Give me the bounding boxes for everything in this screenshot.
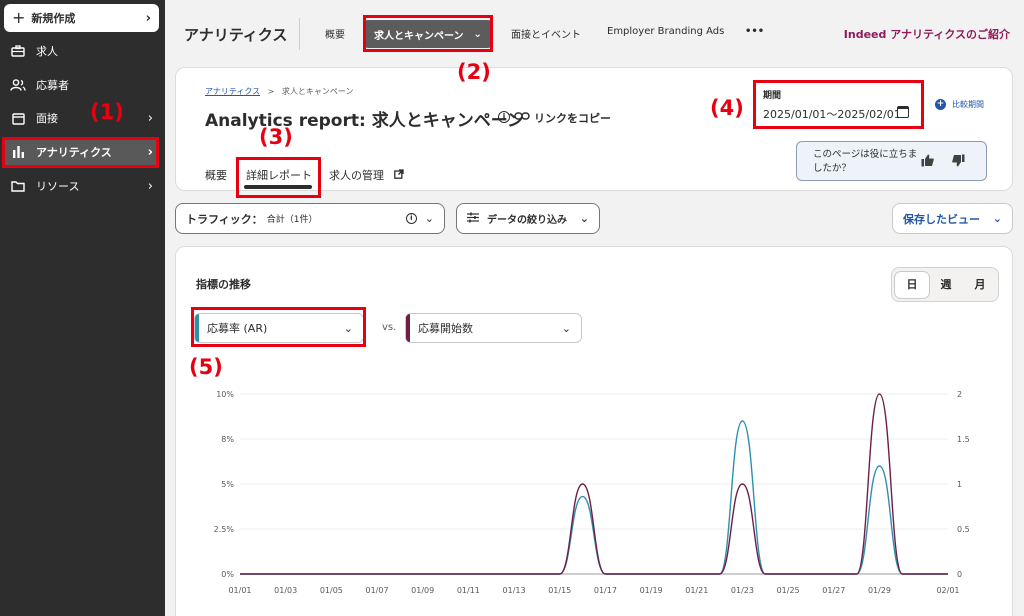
x-tick-label: 01/05 bbox=[320, 586, 343, 595]
x-tick-label: 01/27 bbox=[822, 586, 845, 595]
y-right-tick-label: 0 bbox=[957, 570, 962, 579]
x-tick-label: 01/15 bbox=[548, 586, 571, 595]
x-tick-label: 01/11 bbox=[457, 586, 480, 595]
x-tick-label: 01/19 bbox=[640, 586, 663, 595]
x-tick-label: 01/03 bbox=[274, 586, 297, 595]
x-tick-label: 02/01 bbox=[936, 586, 959, 595]
x-tick-label: 01/29 bbox=[868, 586, 891, 595]
y-left-tick-label: 10% bbox=[216, 390, 234, 399]
series-line-0 bbox=[240, 420, 948, 575]
y-left-tick-label: 5% bbox=[221, 480, 234, 489]
x-tick-label: 01/23 bbox=[731, 586, 754, 595]
y-right-tick-label: 0.5 bbox=[957, 525, 970, 534]
x-tick-label: 01/25 bbox=[777, 586, 800, 595]
x-tick-label: 01/01 bbox=[228, 586, 251, 595]
x-tick-label: 01/17 bbox=[594, 586, 617, 595]
x-tick-label: 01/13 bbox=[503, 586, 526, 595]
y-right-tick-label: 1 bbox=[957, 480, 962, 489]
line-chart: 0% 2.5% 5% 8% 10% 0 0.5 1 1.5 2 01/01 01/03 01/05 01/… bbox=[214, 390, 970, 595]
y-left-tick-label: 2.5% bbox=[214, 525, 235, 534]
x-tick-label: 01/07 bbox=[366, 586, 389, 595]
x-tick-label: 01/21 bbox=[685, 586, 708, 595]
x-tick-label: 01/09 bbox=[411, 586, 434, 595]
y-right-tick-label: 2 bbox=[957, 390, 962, 399]
y-right-tick-label: 1.5 bbox=[957, 435, 970, 444]
y-left-tick-label: 8% bbox=[221, 435, 234, 444]
y-left-tick-label: 0% bbox=[221, 570, 234, 579]
